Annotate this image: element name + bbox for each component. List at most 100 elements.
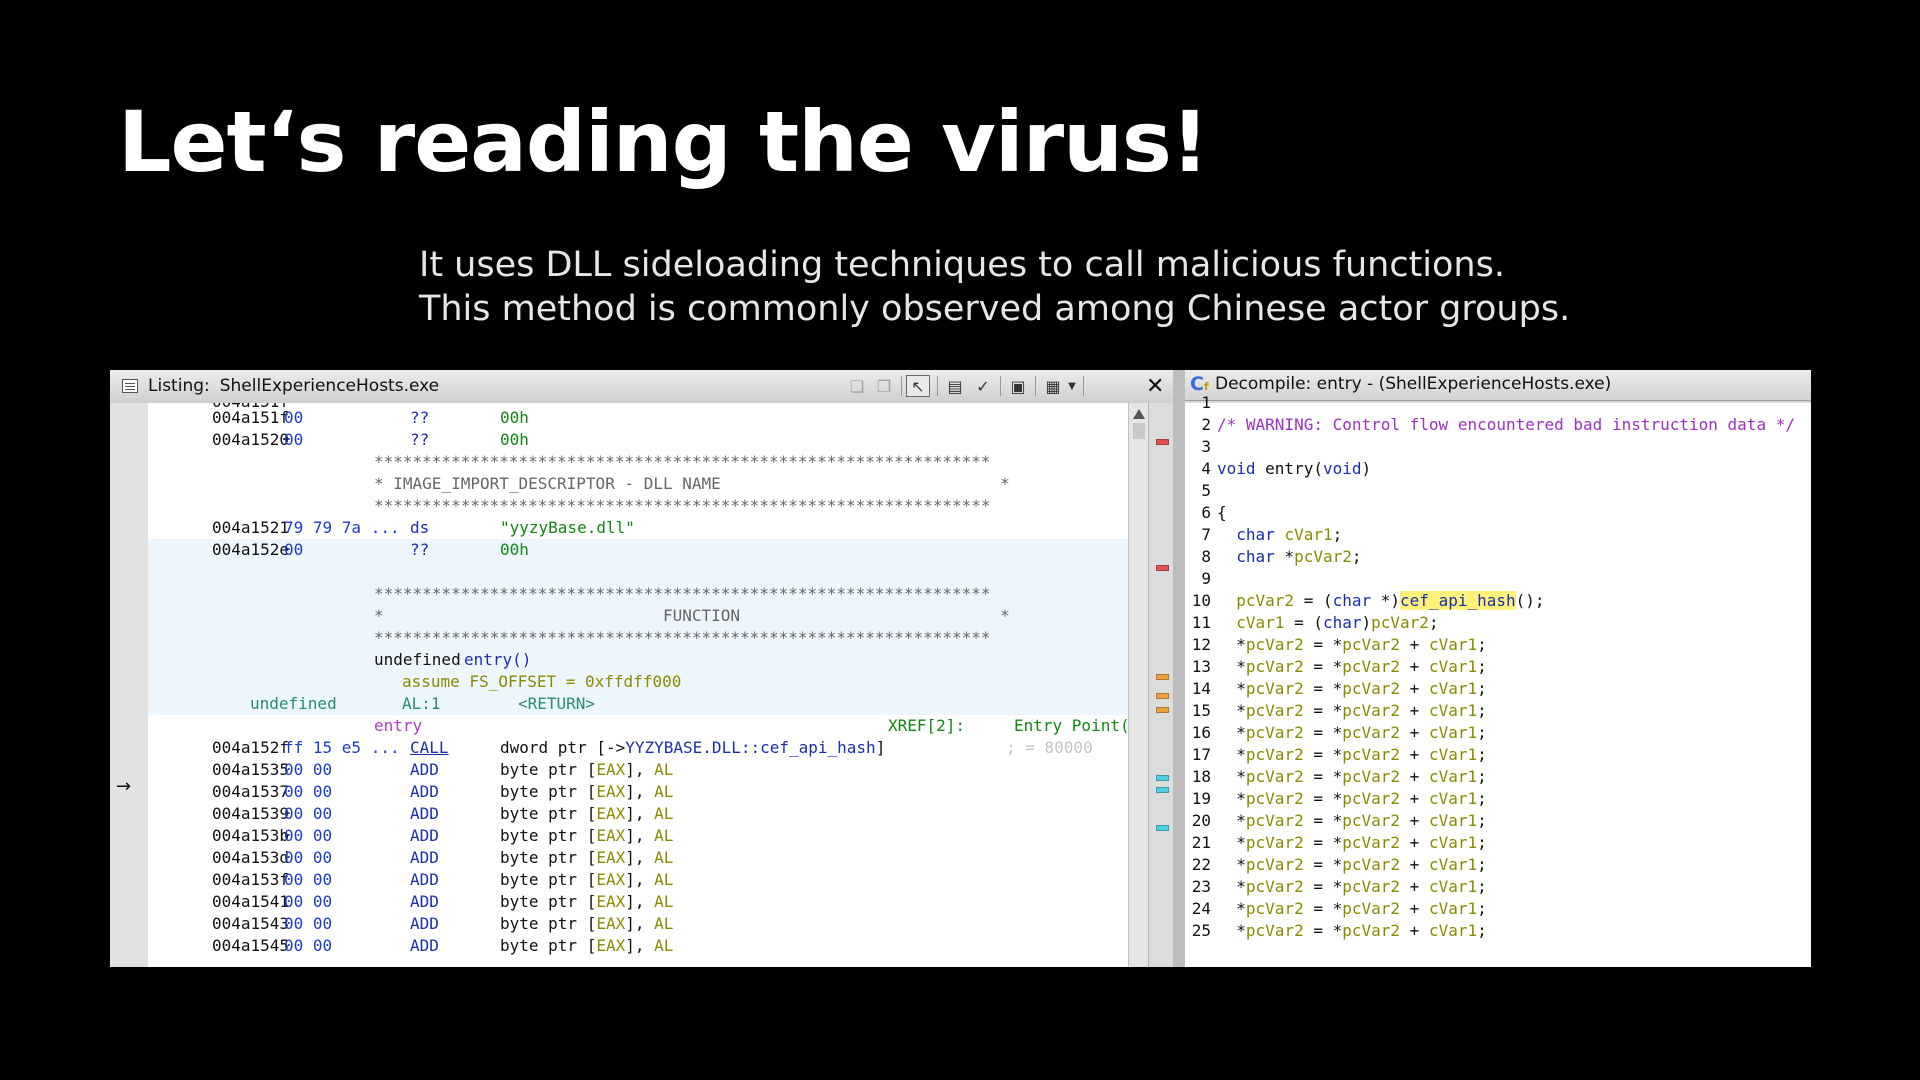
scroll-thumb[interactable]	[1133, 423, 1145, 439]
line-number: 16	[1191, 723, 1211, 742]
line-number: 23	[1191, 877, 1211, 896]
line-number: 2	[1201, 415, 1211, 434]
line-number: 17	[1191, 745, 1211, 764]
selection-marker[interactable]	[1156, 674, 1169, 680]
highlight-marker[interactable]	[1156, 775, 1169, 781]
listing-gutter: →	[110, 403, 149, 967]
add-statement[interactable]: *pcVar2 = *pcVar2 + cVar1;	[1217, 634, 1487, 656]
line-number: 24	[1191, 899, 1211, 918]
add-statement[interactable]: *pcVar2 = *pcVar2 + cVar1;	[1217, 744, 1487, 766]
toolbar-separator	[1000, 376, 1001, 396]
toolbar-separator	[1035, 376, 1036, 396]
add-statement[interactable]: *pcVar2 = *pcVar2 + cVar1;	[1217, 788, 1487, 810]
line-number: 4	[1201, 459, 1211, 478]
add-statement[interactable]: *pcVar2 = *pcVar2 + cVar1;	[1217, 876, 1487, 898]
listing-header: Listing: ShellExperienceHosts.exe ❏ ❐ ↖ ▤…	[110, 370, 1173, 404]
close-icon[interactable]: ✕	[1146, 374, 1164, 399]
highlight-marker[interactable]	[1156, 787, 1169, 793]
decompile-header: Cf Decompile: entry - (ShellExperienceHo…	[1185, 370, 1811, 401]
copy-icon[interactable]: ❏	[845, 375, 869, 397]
assume-line: assume FS_OFFSET = 0xffdff000	[402, 672, 682, 691]
comment-stars: ****************************************…	[374, 452, 991, 471]
line-number: 7	[1201, 525, 1211, 544]
line-number: 25	[1191, 921, 1211, 940]
entry-label-line[interactable]: entry XREF[2]: Entry Point(	[148, 715, 1128, 737]
add-statement[interactable]: *pcVar2 = *pcVar2 + cVar1;	[1217, 920, 1487, 942]
add-statement[interactable]: *pcVar2 = *pcVar2 + cVar1;	[1217, 854, 1487, 876]
add-statement[interactable]: *pcVar2 = *pcVar2 + cVar1;	[1217, 656, 1487, 678]
paste-icon[interactable]: ❐	[872, 375, 896, 397]
function-signature[interactable]: undefined entry()	[148, 649, 1128, 671]
dropdown-arrow-icon[interactable]: ▼	[1065, 375, 1079, 397]
selection-marker[interactable]	[1156, 693, 1169, 699]
listing-row[interactable]: 004a152e 00 ?? 00h	[148, 539, 1128, 561]
toolbar-separator	[1083, 376, 1084, 396]
listing-row[interactable]: 004a151f 00 ?? 00h	[148, 407, 1128, 429]
bookmark-marker[interactable]	[1156, 439, 1169, 445]
line-numbers: 1 2 3 4 5 6 7 8 9 10 11 12 13 14 15 16 17 18 19 20 21 22 23 24 2…	[1185, 393, 1216, 967]
listing-row[interactable]: 004a153f 00 00 ADD byte ptr [EAX], AL	[148, 869, 1128, 891]
options-icon[interactable]: ▦	[1041, 375, 1065, 397]
line-number: 12	[1191, 635, 1211, 654]
listing-row[interactable]: 004a1521 79 79 7a ... ds "yyzyBase.dll"	[148, 517, 1128, 539]
cef-api-hash-call[interactable]: cef_api_hash	[1400, 591, 1516, 610]
decl-pcvar2[interactable]: char *pcVar2;	[1217, 546, 1361, 568]
vertical-scrollbar[interactable]	[1128, 403, 1149, 967]
assign-cvar1[interactable]: cVar1 = (char)pcVar2;	[1217, 612, 1438, 634]
subtitle-line-1: It uses DLL sideloading techniques to ca…	[419, 245, 1505, 285]
diff-icon[interactable]: ✓	[971, 375, 995, 397]
listing-code[interactable]: 004a151f 004a151f 00 ?? 00h 004a1520 00 …	[148, 403, 1128, 967]
listing-row[interactable]: 004a153d 00 00 ADD byte ptr [EAX], AL	[148, 847, 1128, 869]
listing-row[interactable]: 004a153b 00 00 ADD byte ptr [EAX], AL	[148, 825, 1128, 847]
selection-marker[interactable]	[1156, 707, 1169, 713]
slide-subtitle: It uses DLL sideloading techniques to ca…	[419, 243, 1570, 331]
listing-row[interactable]: 004a1537 00 00 ADD byte ptr [EAX], AL	[148, 781, 1128, 803]
add-statement[interactable]: *pcVar2 = *pcVar2 + cVar1;	[1217, 678, 1487, 700]
cursor-select-icon[interactable]: ↖	[906, 375, 930, 397]
current-location-arrow-icon: →	[116, 776, 132, 797]
decompile-code[interactable]: /* WARNING: Control flow encountered bad…	[1215, 403, 1811, 967]
add-statement[interactable]: *pcVar2 = *pcVar2 + cVar1;	[1217, 766, 1487, 788]
line-number: 8	[1201, 547, 1211, 566]
listing-title: Listing: ShellExperienceHosts.exe	[148, 376, 449, 396]
scroll-up-icon[interactable]	[1133, 409, 1145, 419]
add-statement[interactable]: *pcVar2 = *pcVar2 + cVar1;	[1217, 722, 1487, 744]
snapshot-icon[interactable]: ▣	[1006, 375, 1030, 397]
listing-row[interactable]: 004a1545 00 00 ADD byte ptr [EAX], AL	[148, 935, 1128, 957]
listing-row[interactable]: 004a1535 00 00 ADD byte ptr [EAX], AL	[148, 759, 1128, 781]
listing-row[interactable]: 004a1539 00 00 ADD byte ptr [EAX], AL	[148, 803, 1128, 825]
listing-window: Listing: ShellExperienceHosts.exe ❏ ❐ ↖ ▤…	[110, 370, 1173, 967]
decl-cvar1[interactable]: char cVar1;	[1217, 524, 1342, 546]
decompile-title: Decompile: entry - (ShellExperienceHosts…	[1215, 374, 1612, 394]
add-statement[interactable]: *pcVar2 = *pcVar2 + cVar1;	[1217, 832, 1487, 854]
marker-margin[interactable]	[1148, 403, 1173, 967]
call-instruction-row[interactable]: 004a152f ff 15 e5 ... CALL dword ptr [->…	[148, 737, 1128, 759]
line-number: 21	[1191, 833, 1211, 852]
warning-comment: /* WARNING: Control flow encountered bad…	[1217, 415, 1795, 434]
field-layout-icon[interactable]: ▤	[943, 375, 967, 397]
add-statement[interactable]: *pcVar2 = *pcVar2 + cVar1;	[1217, 898, 1487, 920]
line-number: 15	[1191, 701, 1211, 720]
decompile-window: Cf Decompile: entry - (ShellExperienceHo…	[1185, 370, 1811, 967]
function-declaration[interactable]: void entry(void)	[1217, 458, 1371, 480]
assign-pcvar2[interactable]: pcVar2 = (char *)cef_api_hash();	[1217, 590, 1545, 612]
line-number: 1	[1201, 393, 1211, 412]
bookmark-marker[interactable]	[1156, 565, 1169, 571]
line-number: 22	[1191, 855, 1211, 874]
listing-row[interactable]: 004a1543 00 00 ADD byte ptr [EAX], AL	[148, 913, 1128, 935]
listing-row[interactable]: 004a1541 00 00 ADD byte ptr [EAX], AL	[148, 891, 1128, 913]
panel-divider[interactable]	[1173, 370, 1185, 967]
comment-stars: ****************************************…	[374, 628, 991, 647]
subtitle-line-2: This method is commonly observed among C…	[419, 289, 1571, 329]
line-number: 19	[1191, 789, 1211, 808]
highlight-marker[interactable]	[1156, 825, 1169, 831]
comment-dll-name: * IMAGE_IMPORT_DESCRIPTOR - DLL NAME *	[374, 474, 1010, 493]
line-number: 9	[1201, 569, 1211, 588]
return-line: undefined AL:1 <RETURN>	[250, 694, 596, 713]
add-statement[interactable]: *pcVar2 = *pcVar2 + cVar1;	[1217, 810, 1487, 832]
toolbar-separator	[937, 376, 938, 396]
add-statement[interactable]: *pcVar2 = *pcVar2 + cVar1;	[1217, 700, 1487, 722]
line-number: 5	[1201, 481, 1211, 500]
listing-row[interactable]: 004a1520 00 ?? 00h	[148, 429, 1128, 451]
line-number: 3	[1201, 437, 1211, 456]
